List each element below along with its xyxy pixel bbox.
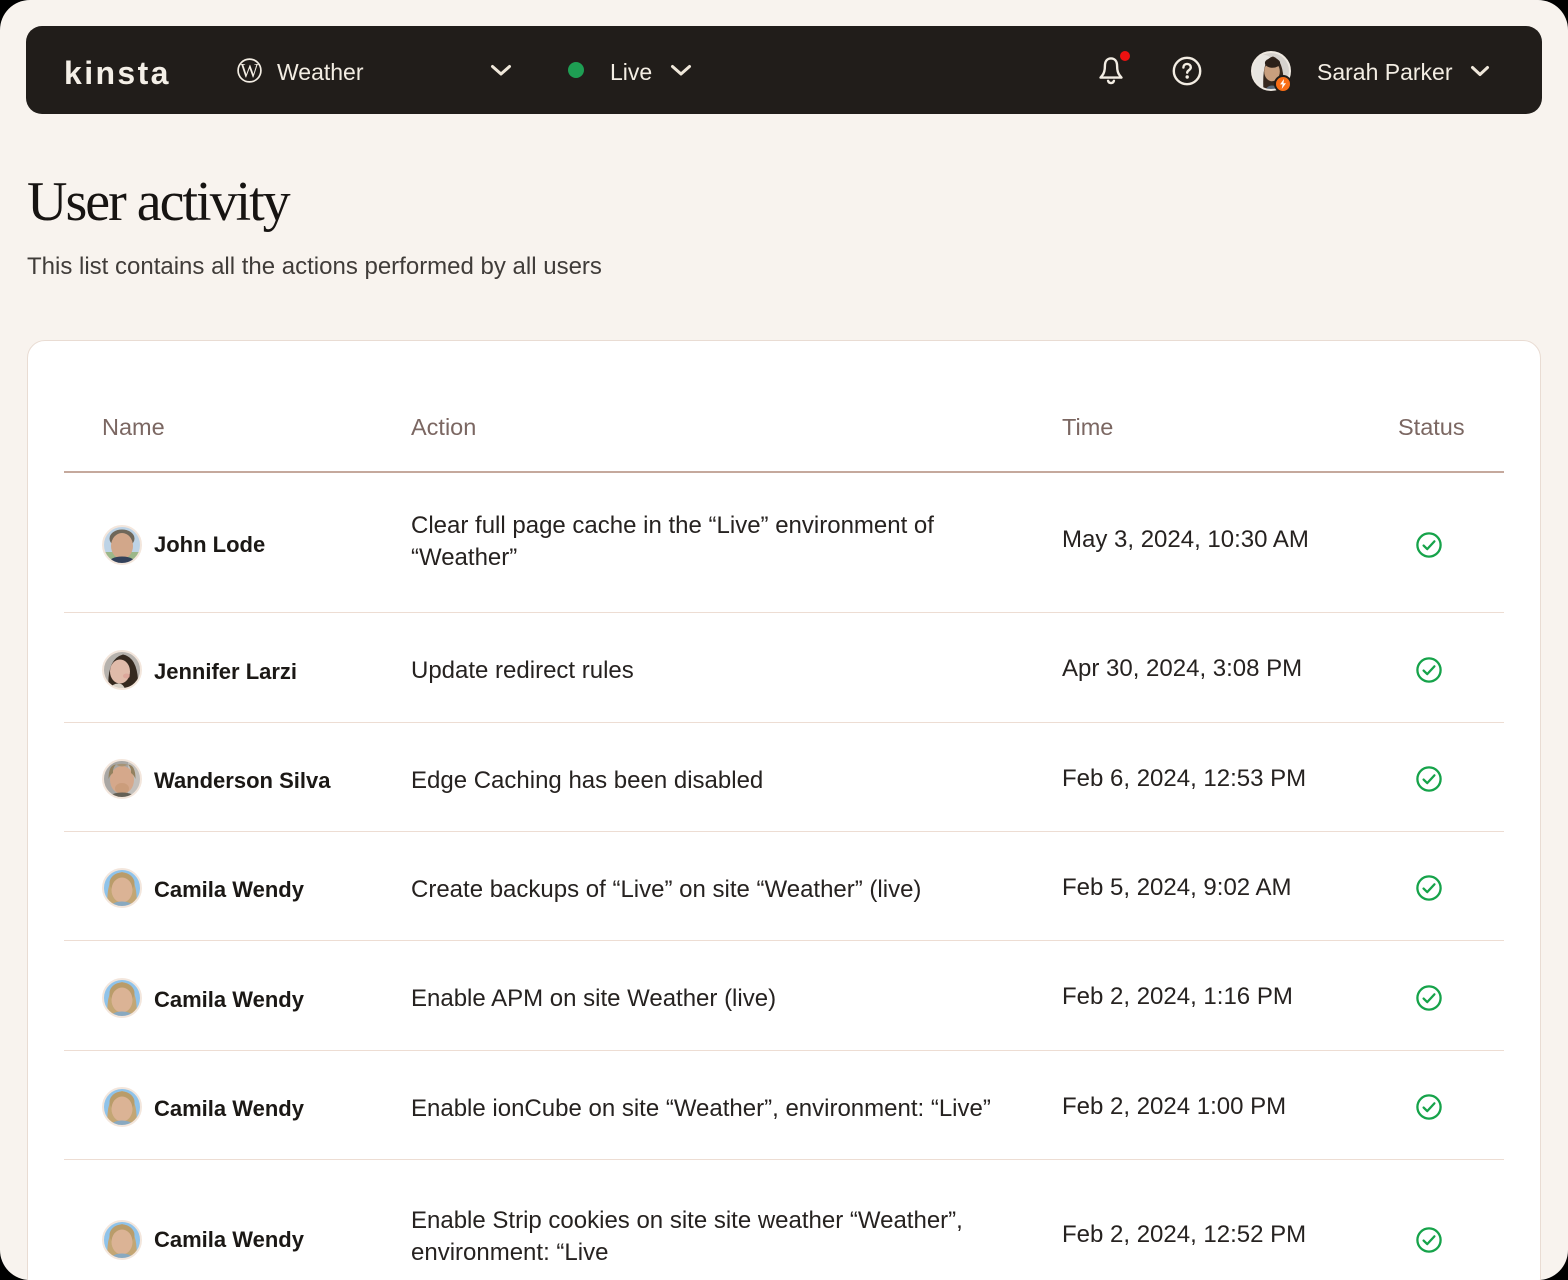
svg-text:W: W: [240, 61, 259, 82]
